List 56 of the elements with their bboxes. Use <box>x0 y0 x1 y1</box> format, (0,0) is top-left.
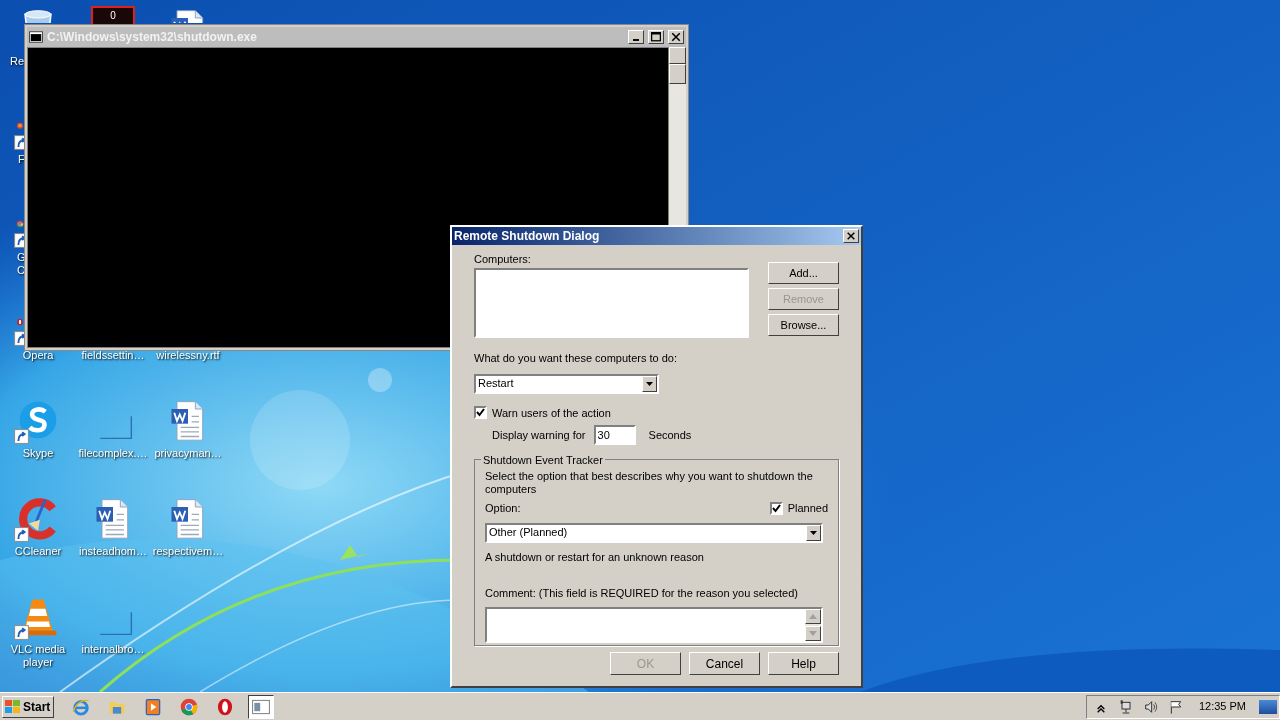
icon-label: Skype <box>22 447 54 460</box>
checkbox[interactable] <box>474 406 487 420</box>
field-label: What do you want these computers to do: <box>474 351 677 366</box>
play-icon <box>143 696 163 717</box>
checkbox[interactable] <box>769 501 783 515</box>
close-button[interactable] <box>843 229 859 243</box>
dialog-title: Remote Shutdown Dialog <box>454 228 601 245</box>
close-icon <box>846 231 856 241</box>
dialog-button[interactable]: Add... <box>768 262 839 284</box>
icon-label: CCleaner <box>14 545 62 558</box>
checkbox-label: Warn users of the action <box>492 405 611 421</box>
dialog-button[interactable]: Cancel <box>689 652 760 675</box>
scroll-down-icon <box>805 625 821 641</box>
counter-tile: 0 <box>91 6 135 24</box>
seconds-input[interactable]: 30 <box>593 425 636 445</box>
icon-label: respectivem… <box>152 545 224 558</box>
clock: 12:35 PM <box>1198 699 1246 715</box>
reason-description: A shutdown or restart for an unknown reason <box>485 549 704 565</box>
dialog-button[interactable]: Help <box>768 652 839 675</box>
field-label: Comment: (This field is REQUIRED for the reason you selected) <box>485 586 798 601</box>
maximize-icon <box>651 32 661 42</box>
dialog-button[interactable]: Browse... <box>768 314 839 336</box>
start-button[interactable]: Start <box>2 695 54 718</box>
windows-logo-icon <box>5 699 21 714</box>
icon-label: wirelessny.rtf <box>156 349 220 362</box>
ring-icon <box>215 696 235 717</box>
field-label: Option: <box>485 501 521 516</box>
icon-label: F <box>18 153 25 166</box>
speaker-icon[interactable] <box>1142 698 1159 715</box>
action-dropdown[interactable]: Restart <box>474 373 659 394</box>
minimize-icon <box>633 39 639 41</box>
icon-label: fieldssettin… <box>81 349 145 362</box>
taskbar-button[interactable] <box>248 694 274 719</box>
computers-list[interactable] <box>474 268 749 338</box>
comment-field[interactable] <box>485 606 823 643</box>
show-desktop-button[interactable] <box>1259 699 1277 714</box>
icon-label: filecomplex.… <box>78 447 148 460</box>
console-icon <box>29 30 43 44</box>
field-label: Seconds <box>648 427 692 443</box>
field-label: Computers: <box>474 252 532 265</box>
scroll-up-icon <box>805 608 821 624</box>
reason-dropdown[interactable]: Other (Planned) <box>485 522 823 543</box>
checkbox-label: Planned <box>787 501 828 516</box>
minimize-button[interactable] <box>628 30 644 44</box>
close-icon <box>671 32 681 42</box>
icon-label: insteadhom… <box>79 545 147 558</box>
description-text: Select the option that best describes why you want to shutdown the computers <box>485 470 814 496</box>
icon-label: Re <box>10 55 25 68</box>
scrollbar[interactable] <box>805 608 821 641</box>
close-button[interactable] <box>668 30 684 44</box>
icon-label: VLC media player <box>10 643 66 669</box>
maximize-button[interactable] <box>648 30 664 44</box>
chrome-icon <box>179 696 199 717</box>
field-label: Display warning for <box>492 427 586 443</box>
icon-label: privacyman… <box>154 447 222 460</box>
icon-label: Opera <box>22 349 54 362</box>
